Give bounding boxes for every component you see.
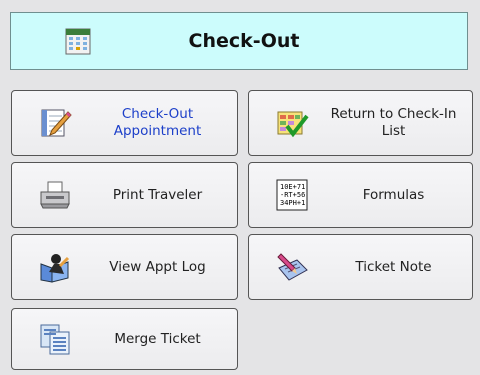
page-title: Check-Out [188,30,300,52]
print-traveler-label: Print Traveler [112,186,203,203]
appointment-edit-icon [41,109,72,137]
formula-line-3: 34PH+1 [280,199,305,207]
merge-documents-icon [40,324,70,355]
formulas-button[interactable]: 10E+71 -RT+56 34PH+1 Formulas [248,162,473,228]
return-to-checkin-label: Return to Check-In List [330,106,457,139]
checkout-header: Check-Out [10,12,468,70]
checkout-appointment-button[interactable]: Check-Out Appointment [11,90,238,156]
checklist-icon [277,111,309,138]
formula-card-icon: 10E+71 -RT+56 34PH+1 [276,179,308,211]
view-appt-log-button[interactable]: View Appt Log [11,234,238,300]
formulas-label: Formulas [362,186,425,203]
print-traveler-button[interactable]: Print Traveler [11,162,238,228]
ticket-note-button[interactable]: Ticket Note [248,234,473,300]
ticket-note-label: Ticket Note [355,258,432,275]
return-to-checkin-button[interactable]: Return to Check-In List [248,90,473,156]
formula-line-1: 10E+71 [280,183,305,191]
formula-line-2: -RT+56 [280,191,305,199]
appointment-log-icon [40,254,70,283]
printer-icon [40,181,70,209]
merge-ticket-label: Merge Ticket [114,330,201,347]
checkout-appointment-label: Check-Out Appointment [113,106,202,139]
note-pencil-icon [277,253,308,281]
merge-ticket-button[interactable]: Merge Ticket [11,308,238,370]
view-appt-log-label: View Appt Log [109,258,206,275]
